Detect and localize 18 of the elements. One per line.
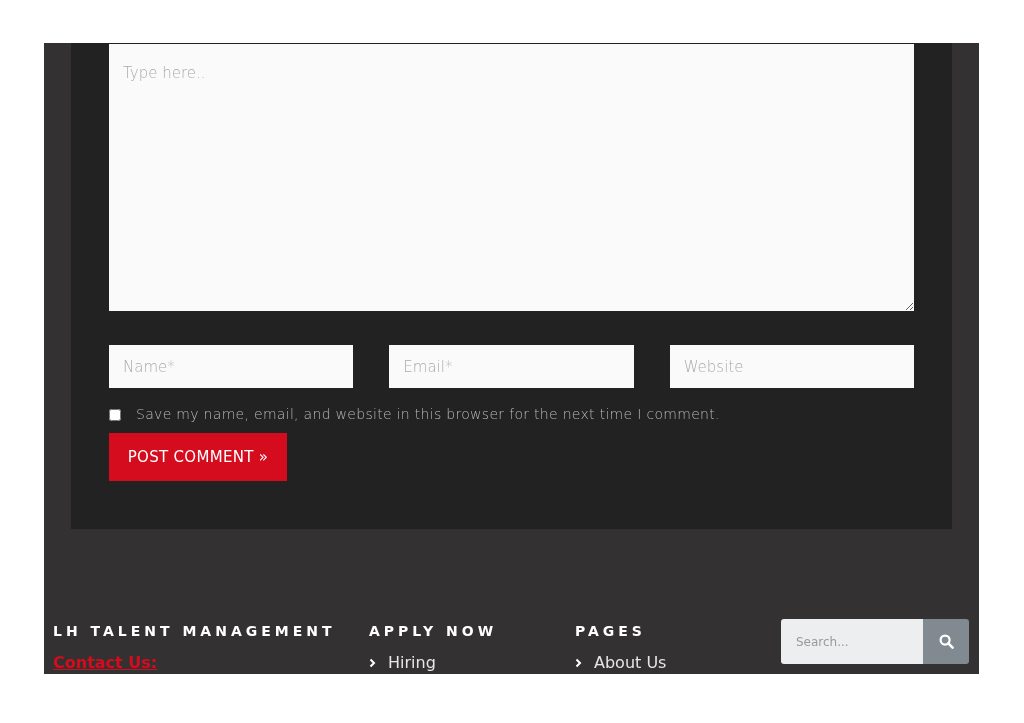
search-icon: [938, 634, 954, 649]
search-button[interactable]: [923, 619, 969, 664]
search-field[interactable]: Search...: [781, 619, 923, 664]
footer-link[interactable]: About Us: [575, 651, 781, 674]
search-bar[interactable]: Search...: [781, 619, 969, 664]
chevron-icon: [575, 658, 582, 668]
save-info-label: Save my name, email, and website in this browser for the next time I comment.: [136, 405, 720, 424]
text-field[interactable]: Website: [669, 345, 914, 388]
post-comment-button[interactable]: POST COMMENT »: [109, 433, 287, 481]
footer-heading: APPLY NOW: [369, 622, 499, 641]
footer-link[interactable]: Hiring: [369, 651, 575, 674]
save-info-checkbox[interactable]: [109, 408, 121, 421]
text-field[interactable]: Email*: [389, 345, 634, 388]
comment-field[interactable]: Type here..: [109, 44, 914, 311]
footer-heading: LH TALENT MANAGEMENT: [53, 622, 337, 641]
text-field[interactable]: Name*: [109, 345, 354, 388]
chevron-icon: [369, 658, 376, 668]
footer-heading: PAGES: [575, 622, 647, 641]
